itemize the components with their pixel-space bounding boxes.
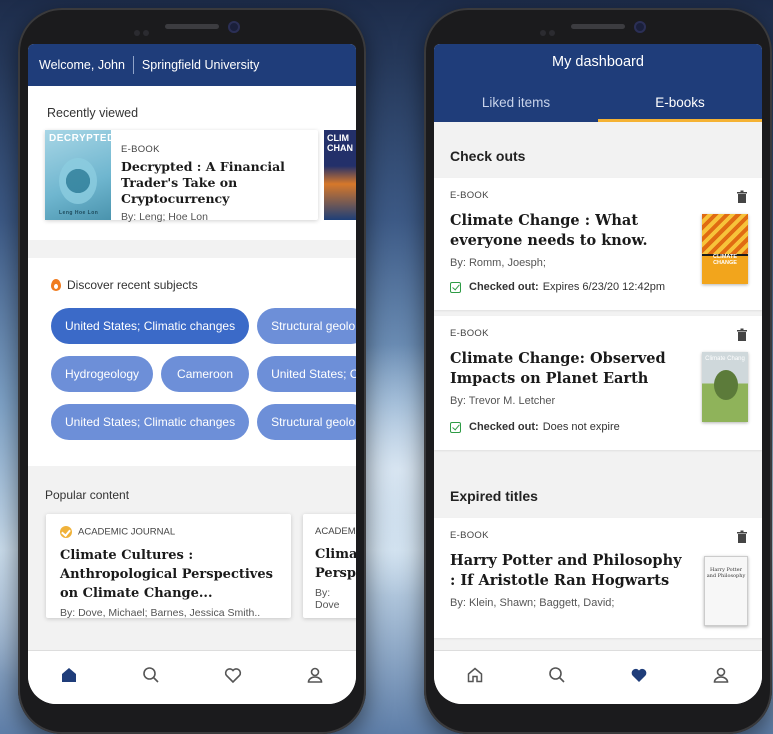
trash-icon[interactable] bbox=[736, 190, 748, 204]
popular-item-card-partial[interactable]: ACADEM Climat Perspe By: Dove bbox=[303, 514, 356, 618]
profile-icon[interactable] bbox=[274, 665, 356, 685]
dashboard-screen: My dashboard Liked items E-books Check o… bbox=[434, 44, 762, 704]
phone-right: My dashboard Liked items E-books Check o… bbox=[424, 8, 772, 734]
item-title: Climate Change: Observed Impacts on Plan… bbox=[450, 350, 666, 387]
search-icon[interactable] bbox=[516, 665, 598, 685]
institution-name: Springfield University bbox=[141, 58, 260, 72]
tab-liked-items[interactable]: Liked items bbox=[434, 86, 598, 122]
section-title: Recently viewed bbox=[47, 106, 139, 120]
verified-badge-icon bbox=[60, 526, 72, 538]
speaker bbox=[571, 24, 625, 29]
top-bar: Welcome, John Springfield University bbox=[28, 44, 356, 86]
home-icon[interactable] bbox=[434, 665, 516, 685]
checkout-status: Checked out: Does not expire bbox=[450, 421, 748, 433]
subject-chip[interactable]: Cameroon bbox=[161, 356, 250, 392]
home-icon[interactable] bbox=[28, 665, 110, 685]
checked-out-icon bbox=[450, 281, 461, 293]
divider bbox=[132, 56, 134, 74]
tab-e-books[interactable]: E-books bbox=[598, 86, 762, 122]
subject-chip[interactable]: United States; Climatic changes bbox=[51, 308, 250, 344]
item-type: E-BOOK bbox=[450, 328, 489, 339]
item-type: E-BOOK bbox=[121, 144, 160, 155]
heart-icon[interactable] bbox=[192, 665, 274, 685]
profile-icon[interactable] bbox=[680, 665, 762, 685]
subject-chip[interactable]: Structural geolo bbox=[257, 308, 356, 344]
popular-section: Popular content ACADEMIC JOURNAL Climate… bbox=[28, 466, 356, 678]
item-type: ACADEMIC JOURNAL bbox=[78, 526, 176, 538]
sensor-dots bbox=[134, 23, 154, 36]
recent-item-card-partial[interactable]: CLIM CHAN bbox=[324, 130, 356, 220]
home-screen: Welcome, John Springfield University Rec… bbox=[28, 44, 356, 704]
expired-item-card[interactable]: E-BOOK Harry Potter and Philosophy : If … bbox=[434, 518, 762, 638]
search-icon[interactable] bbox=[110, 665, 192, 685]
book-cover: Climate Chang bbox=[702, 352, 748, 422]
subject-chip[interactable]: Structural geolo bbox=[257, 404, 356, 440]
item-author: By: Leng; Hoe Lon bbox=[121, 211, 208, 223]
welcome-text: Welcome, John bbox=[39, 58, 125, 72]
subjects-section: Discover recent subjects United States; … bbox=[28, 258, 356, 466]
bottom-nav bbox=[28, 650, 356, 704]
sensor-dots bbox=[540, 23, 560, 36]
expired-title: Expired titles bbox=[450, 488, 538, 504]
camera bbox=[228, 21, 240, 33]
subject-chip[interactable]: United States; Climatic changes bbox=[51, 404, 250, 440]
item-title: Harry Potter and Philosophy : If Aristot… bbox=[450, 552, 682, 589]
checkouts-title: Check outs bbox=[450, 148, 526, 164]
item-title: Climate Cultures : Anthropological Persp… bbox=[60, 548, 273, 601]
item-title: Decrypted : A Financial Trader's Take on… bbox=[121, 159, 285, 206]
camera bbox=[634, 21, 646, 33]
speaker bbox=[165, 24, 219, 29]
phone-left: Welcome, John Springfield University Rec… bbox=[18, 8, 366, 734]
checked-out-icon bbox=[450, 421, 461, 433]
recent-item-card[interactable]: DECRYPTED Leng Hoe Lon E-BOOK Decrypted … bbox=[45, 130, 318, 223]
item-type: E-BOOK bbox=[450, 190, 489, 201]
recently-viewed-section: Recently viewed DECRYPTED Leng Hoe Lon E… bbox=[28, 86, 356, 240]
heart-icon[interactable] bbox=[598, 665, 680, 685]
flame-icon bbox=[51, 279, 61, 291]
trash-icon[interactable] bbox=[736, 530, 748, 544]
popular-item-card[interactable]: ACADEMIC JOURNAL Climate Cultures : Anth… bbox=[46, 514, 291, 619]
book-cover: Harry Potter and Philosophy bbox=[704, 556, 748, 626]
section-title: Popular content bbox=[45, 488, 130, 502]
page-title: My dashboard bbox=[552, 54, 644, 70]
item-author: By: Dove, Michael; Barnes, Jessica Smith… bbox=[60, 607, 261, 619]
item-type: E-BOOK bbox=[450, 530, 489, 541]
tab-bar: Liked items E-books bbox=[434, 86, 762, 122]
bottom-nav bbox=[434, 650, 762, 704]
section-title: Discover recent subjects bbox=[67, 278, 198, 292]
dashboard-header: My dashboard Liked items E-books bbox=[434, 44, 762, 122]
item-title: Climate Change : What everyone needs to … bbox=[450, 212, 648, 249]
checkout-item-card[interactable]: E-BOOK Climate Change: Observed Impacts … bbox=[434, 316, 762, 450]
subject-chip[interactable]: Hydrogeology bbox=[51, 356, 154, 392]
book-cover: DECRYPTED Leng Hoe Lon bbox=[45, 130, 111, 220]
trash-icon[interactable] bbox=[736, 328, 748, 342]
book-cover: CLIMATE CHANGE bbox=[702, 214, 748, 284]
subject-chip[interactable]: United States; C bbox=[257, 356, 356, 392]
checkout-item-card[interactable]: E-BOOK Climate Change : What everyone ne… bbox=[434, 178, 762, 310]
